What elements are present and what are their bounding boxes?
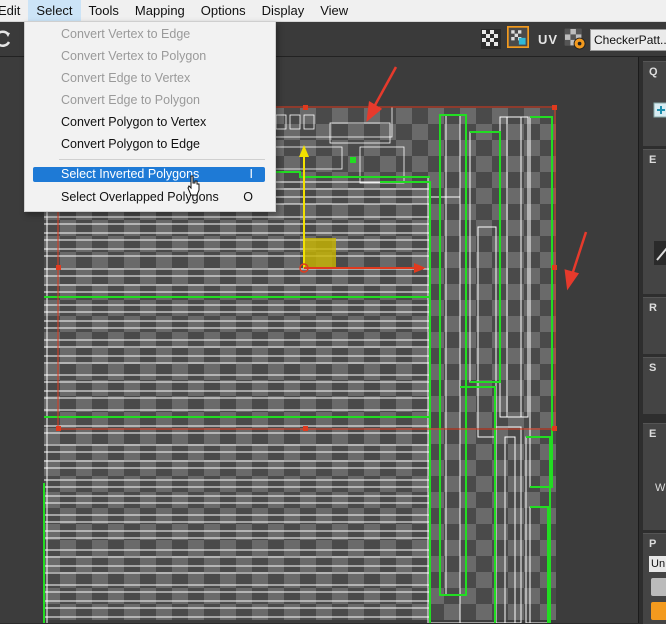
panel-partial-label-w: W bbox=[655, 482, 666, 494]
uv-label: UV bbox=[538, 32, 559, 47]
menu-select[interactable]: Select bbox=[28, 0, 81, 21]
menu-item-convert-edge-to-vertex[interactable]: Convert Edge to Vertex bbox=[33, 69, 265, 87]
panel-section-e2[interactable]: E W bbox=[643, 423, 666, 530]
panel-section-r[interactable]: R bbox=[643, 297, 666, 354]
menu-item-select-overlapped-polygons[interactable]: Select Overlapped Polygons O bbox=[33, 188, 265, 206]
menu-item-convert-vertex-to-polygon[interactable]: Convert Vertex to Polygon bbox=[33, 47, 265, 65]
menu-display[interactable]: Display bbox=[254, 0, 313, 21]
menu-mapping[interactable]: Mapping bbox=[127, 0, 193, 21]
menu-bar: Edit Select Tools Mapping Options Displa… bbox=[0, 0, 666, 22]
select-menu-dropdown: Convert Vertex to Edge Convert Vertex to… bbox=[24, 21, 276, 212]
panel-accent-button[interactable] bbox=[651, 602, 666, 620]
uv-strip-shells bbox=[44, 177, 430, 623]
add-icon[interactable] bbox=[653, 102, 666, 118]
panel-section-e[interactable]: E bbox=[643, 149, 666, 294]
panel-section-s[interactable]: S bbox=[643, 357, 666, 414]
texture-select[interactable]: CheckerPatt...( bbox=[590, 29, 666, 51]
uv-map-icon[interactable] bbox=[507, 26, 529, 48]
menu-item-shortcut: O bbox=[243, 190, 253, 204]
menu-item-label: Select Inverted Polygons bbox=[61, 167, 200, 181]
menu-item-convert-edge-to-polygon[interactable]: Convert Edge to Polygon bbox=[33, 91, 265, 109]
menu-tools[interactable]: Tools bbox=[81, 0, 127, 21]
checker-display-icon[interactable] bbox=[480, 28, 502, 50]
panel-partial-button[interactable] bbox=[651, 578, 666, 596]
panel-partial-field-un[interactable]: Un bbox=[649, 556, 666, 572]
menu-options[interactable]: Options bbox=[193, 0, 254, 21]
refresh-icon[interactable] bbox=[0, 28, 14, 50]
menu-item-convert-polygon-to-vertex[interactable]: Convert Polygon to Vertex bbox=[33, 113, 265, 131]
menu-view[interactable]: View bbox=[312, 0, 356, 21]
menu-item-convert-vertex-to-edge[interactable]: Convert Vertex to Edge bbox=[33, 25, 265, 43]
menu-item-select-inverted-polygons[interactable]: Select Inverted Polygons I bbox=[33, 167, 265, 182]
menu-item-shortcut: I bbox=[249, 167, 253, 181]
gizmo-x-arrow bbox=[414, 263, 426, 273]
menu-item-convert-polygon-to-edge[interactable]: Convert Polygon to Edge bbox=[33, 135, 265, 153]
panel-section-p[interactable]: P Un bbox=[643, 533, 666, 624]
hand-cursor-icon bbox=[187, 175, 200, 196]
uv-vertical-shells bbox=[429, 114, 553, 623]
checker-texture-icon[interactable] bbox=[564, 28, 586, 50]
gizmo-center-square bbox=[304, 238, 336, 268]
right-panel: Q E R S E W P Un bbox=[638, 57, 666, 624]
panel-section-q[interactable]: Q bbox=[643, 61, 666, 146]
edit-tool-icon[interactable] bbox=[653, 240, 666, 266]
menu-separator bbox=[59, 159, 265, 160]
menu-edit[interactable]: Edit bbox=[0, 0, 28, 21]
